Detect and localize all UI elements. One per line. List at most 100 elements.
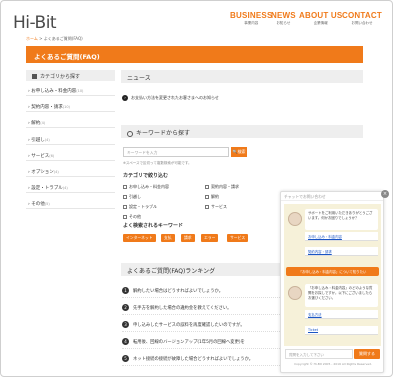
sidebar-item[interactable]: › その他(5) — [26, 199, 115, 209]
filter-checkbox[interactable]: 解約 — [205, 194, 219, 200]
keyword-search-input[interactable]: キーワードを入力 — [123, 147, 229, 157]
breadcrumb-home[interactable]: ホーム — [26, 36, 38, 41]
sidebar-item-count: (4) — [62, 186, 68, 190]
filter-checkbox[interactable]: お申し込み・料金内容 — [123, 184, 169, 190]
nav-main-label: ABOUT US — [299, 11, 343, 20]
filter-option-label: その他 — [129, 214, 141, 219]
sidebar-item[interactable]: › オプション(4) — [26, 167, 115, 177]
filter-checkbox[interactable]: サービス — [205, 204, 227, 210]
keyword-tag[interactable]: 支払 — [161, 234, 175, 242]
ranking-item-text: 申し込みしたサービスの誤料を再度確認したいのですが。 — [133, 322, 245, 328]
checkbox[interactable] — [205, 185, 209, 189]
sidebar-item[interactable]: › 引越し(4) — [26, 135, 115, 145]
arrow-right-icon: › — [122, 95, 128, 101]
sidebar-item-label: お申し込み・料金内容 — [31, 89, 77, 94]
keyword-tag[interactable]: エラー — [201, 234, 219, 242]
keyword-search-heading-label: キーワードから探す — [136, 130, 191, 137]
sidebar-item-label: 解約 — [31, 121, 41, 126]
sidebar-item-label: 設定・トラブル — [31, 186, 63, 191]
category-filter-heading: カテゴリで絞り込む — [123, 173, 169, 179]
close-icon[interactable]: × — [381, 190, 389, 198]
ranking-item[interactable]: 3 申し込みしたサービスの誤料を再度確認したいのですが。 — [122, 318, 282, 332]
filter-option-label: 設定・トラブル — [129, 204, 157, 209]
rank-number: 5 — [122, 355, 129, 362]
checkbox[interactable] — [123, 215, 127, 219]
filter-option-label: 解約 — [211, 194, 219, 199]
chat-user-message: 「お申し込み・料金内容」について知りたい — [286, 267, 379, 276]
sidebar-heading: カテゴリから探す — [26, 70, 115, 81]
sidebar-item-label: 契約内容・請求 — [31, 105, 63, 110]
popular-keywords-heading: よく検索されるキーワード — [123, 223, 184, 229]
chat-input[interactable]: 質問を入力して下さい — [285, 349, 353, 359]
keyword-tag[interactable]: サービス — [227, 234, 249, 242]
chat-option-link[interactable]: 契約内容・請求 — [305, 247, 378, 256]
sidebar-item-count: (6) — [49, 154, 55, 158]
nav-about[interactable]: ABOUT US 企業情報 — [299, 11, 342, 26]
nav-main-label: CONTACT — [342, 11, 382, 20]
checkbox[interactable] — [205, 205, 209, 209]
sidebar-item[interactable]: › 契約内容・請求(10) — [26, 102, 115, 112]
ranking-item-text: 転用後、回線のバージョンアップ(1年5月の回線へ変更)を — [133, 339, 245, 345]
sidebar-item-count: (10) — [62, 105, 70, 109]
filter-checkbox[interactable]: 引越し — [123, 194, 141, 200]
search-note: ※スペースで区切って複数検索が可能です。 — [123, 161, 192, 165]
checkbox[interactable] — [123, 205, 127, 209]
ranking-item[interactable]: 1 解約したい場合はどうすればよいでしょうか。 — [122, 284, 282, 298]
breadcrumb-separator: > — [39, 36, 43, 41]
sidebar-item[interactable]: › サービス(6) — [26, 151, 115, 161]
browser-frame: Hi-Bit BUSINESS 事業内容 NEWS お知らせ ABOUT US … — [0, 0, 393, 377]
sidebar-item-count: (4) — [53, 170, 59, 174]
keyword-search-heading: キーワードから探す — [121, 125, 363, 138]
nav-sub-label: お問い合わせ — [351, 21, 373, 25]
breadcrumb: ホーム > よくあるご質問(FAQ) — [26, 36, 83, 42]
rank-number: 3 — [122, 321, 129, 328]
nav-main-label: BUSINESS — [230, 11, 273, 20]
filter-option-label: 引越し — [129, 194, 141, 199]
operator-avatar — [288, 212, 302, 226]
ranking-item[interactable]: 5 ネット接続の接続が故障した場合どうすればよいでしょうか。 — [122, 352, 282, 366]
search-button-label: 検索 — [237, 149, 246, 154]
rank-number: 1 — [122, 287, 129, 294]
sidebar-item[interactable]: › 設定・トラブル(4) — [26, 183, 115, 193]
sidebar-heading-label: カテゴリから探す — [40, 74, 81, 80]
keyword-tag[interactable]: インターネット — [123, 234, 156, 242]
search-button[interactable]: 🔍検索 — [231, 147, 247, 157]
filter-checkbox[interactable]: 契約内容・請求 — [205, 184, 239, 190]
nav-news[interactable]: NEWS お知らせ — [271, 11, 296, 26]
checkbox[interactable] — [123, 195, 127, 199]
ranking-item-text: 先手方を解約した場合の違約金を教えてください。 — [133, 305, 232, 311]
chat-send-button[interactable]: 質問する — [354, 349, 380, 359]
keyword-tag[interactable]: 請求 — [181, 234, 195, 242]
ranking-item-text: ネット接続の接続が故障した場合どうすればよいでしょうか。 — [133, 356, 254, 362]
chat-option-link[interactable]: お申し込み・料金内容 — [305, 232, 378, 241]
chat-header: チャットでお問い合わせ — [281, 192, 383, 201]
site-logo[interactable]: Hi-Bit — [13, 13, 57, 33]
checkbox[interactable] — [205, 195, 209, 199]
copyright: Copyright © Hi-Bit 2005 - 2016 All Right… — [294, 362, 372, 366]
chat-reply: 「お申し込み・料金内容」のどのような質問をお探しですか。以下にございましたらお選… — [305, 284, 378, 307]
news-heading: ニュース — [121, 70, 363, 83]
news-item[interactable]: › お支払い方法を変更されたお客さまへのお知らせ — [122, 95, 219, 101]
chat-messages: サポートをご利用いただきありがとうございます。何かお困りでしょうか？ お申し込み… — [284, 204, 381, 346]
sidebar-item[interactable]: › 解約(4) — [26, 118, 115, 128]
nav-contact[interactable]: CONTACT お問い合わせ — [342, 11, 382, 26]
chat-greeting: サポートをご利用いただきありがとうございます。何かお困りでしょうか？ — [305, 209, 378, 230]
nav-sub-label: 事業内容 — [244, 21, 259, 25]
ranking-item[interactable]: 2 先手方を解約した場合の違約金を教えてください。 — [122, 301, 282, 315]
search-icon — [127, 130, 133, 137]
nav-business[interactable]: BUSINESS 事業内容 — [230, 11, 273, 26]
filter-checkbox[interactable]: 設定・トラブル — [123, 204, 157, 210]
nav-sub-label: お知らせ — [276, 21, 291, 25]
chat-option-link[interactable]: 支払方法 — [305, 310, 378, 319]
sidebar-item[interactable]: › お申し込み・料金内容(10) — [26, 86, 115, 96]
sidebar-item-label: オプション — [31, 170, 54, 175]
checkbox[interactable] — [123, 185, 127, 189]
sidebar-item-label: サービス — [31, 154, 50, 159]
filter-option-label: サービス — [211, 204, 227, 209]
rank-number: 2 — [122, 304, 129, 311]
sidebar-item-count: (4) — [40, 121, 46, 125]
chat-option-link[interactable]: Ticket — [305, 326, 378, 335]
ranking-item[interactable]: 4 転用後、回線のバージョンアップ(1年5月の回線へ変更)を — [122, 335, 282, 349]
sidebar-item-count: (10) — [76, 89, 84, 93]
filter-checkbox[interactable]: その他 — [123, 214, 141, 220]
